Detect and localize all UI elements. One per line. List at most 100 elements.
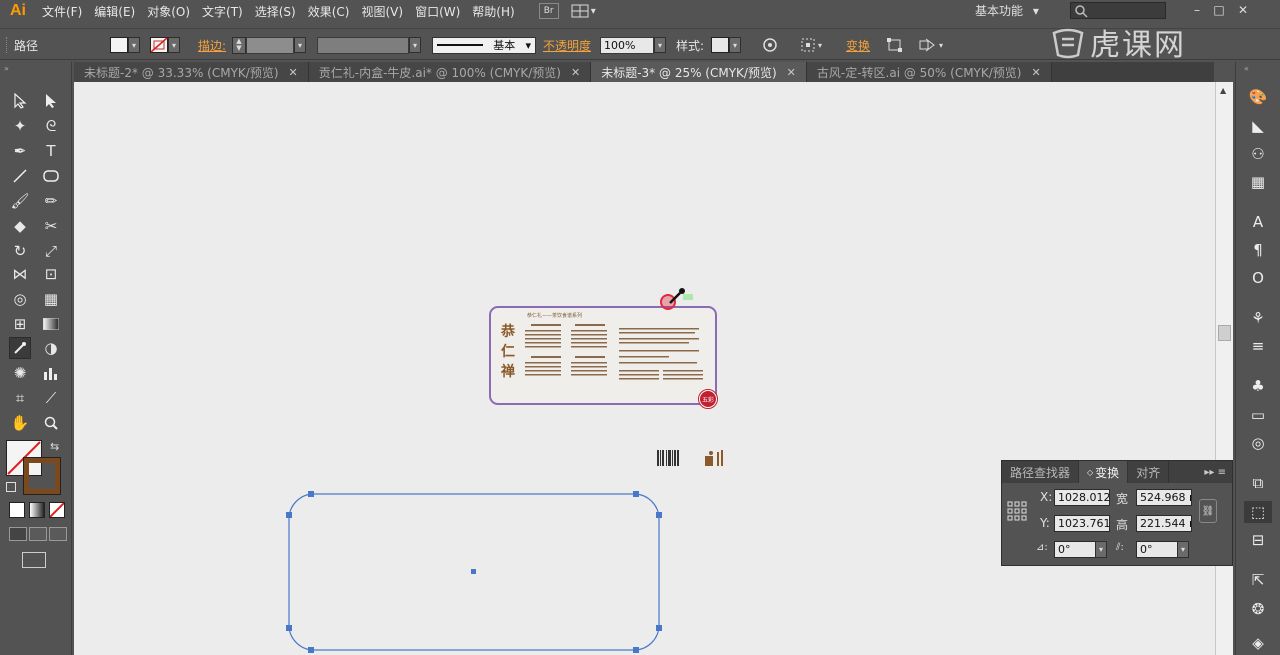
label-card-artwork[interactable]: 恭仁禅 恭仁礼——茶饮食谱系列 五彩	[489, 306, 718, 409]
column-graph-tool-icon[interactable]	[40, 362, 62, 384]
tab-untitled-2[interactable]: 未标题-2* @ 33.33% (CMYK/预览) ✕	[74, 62, 309, 82]
recycle-trash-icon[interactable]	[705, 450, 727, 466]
draw-behind-icon[interactable]	[29, 527, 47, 541]
isolate-button[interactable]: ▾	[918, 36, 943, 54]
gradient-mode-button[interactable]	[29, 502, 45, 518]
none-mode-button[interactable]	[49, 502, 65, 518]
pen-tool-icon[interactable]: ✒	[9, 140, 31, 162]
character-icon[interactable]: A	[1244, 211, 1272, 233]
arrange-documents-button[interactable]: ▾	[571, 3, 599, 19]
menu-effect[interactable]: 效果(C)	[302, 3, 356, 20]
close-icon[interactable]: ✕	[787, 66, 796, 79]
menu-help[interactable]: 帮助(H)	[466, 3, 520, 20]
transform-button[interactable]	[886, 36, 904, 54]
close-icon[interactable]: ✕	[1031, 66, 1040, 79]
brushes-icon[interactable]: ⚘	[1244, 307, 1272, 329]
menu-type[interactable]: 文字(T)	[196, 3, 249, 20]
collapse-dock-icon[interactable]: «	[1244, 64, 1249, 73]
opacity-label[interactable]: 不透明度	[543, 36, 591, 54]
help-search-input[interactable]	[1070, 2, 1166, 19]
type-tool-icon[interactable]: T	[40, 140, 62, 162]
recolor-button[interactable]	[762, 36, 778, 54]
opacity-input[interactable]: 100%	[600, 36, 654, 54]
menu-file[interactable]: 文件(F)	[36, 3, 88, 20]
hand-tool-icon[interactable]: ✋	[9, 412, 31, 434]
pencil-tool-icon[interactable]: ✏	[40, 190, 62, 212]
menu-edit[interactable]: 编辑(E)	[88, 3, 141, 20]
close-icon[interactable]: ✕	[571, 66, 580, 79]
rounded-rectangle-tool-icon[interactable]	[40, 165, 62, 187]
minimize-button[interactable]: –	[1186, 0, 1208, 20]
screen-mode-icon[interactable]	[22, 552, 46, 568]
gradient-tool-icon[interactable]	[40, 313, 62, 335]
tab-gongrenli-box[interactable]: 贡仁礼-内盒-牛皮.ai* @ 100% (CMYK/预览) ✕	[308, 62, 592, 82]
default-colors-icon[interactable]	[6, 482, 16, 492]
color-panel-icon[interactable]: 🎨	[1244, 86, 1272, 108]
width-tool-icon[interactable]: ⋈	[9, 263, 31, 285]
graphic-style-picker[interactable]: ▾	[711, 36, 741, 54]
rotate-tool-icon[interactable]: ↻	[9, 240, 31, 262]
draw-inside-icon[interactable]	[49, 527, 67, 541]
blend-tool-icon[interactable]: ◑	[40, 337, 62, 359]
symbol-sprayer-tool-icon[interactable]: ✺	[9, 362, 31, 384]
constrain-proportions-icon[interactable]: ⛓	[1199, 499, 1217, 523]
artboard-tool-icon[interactable]: ⌗	[9, 387, 31, 409]
selected-rounded-rectangle[interactable]	[284, 490, 664, 655]
line-tool-icon[interactable]	[9, 165, 31, 187]
artboard-canvas[interactable]: 恭仁禅 恭仁礼——茶饮食谱系列 五彩	[74, 82, 1215, 655]
chevron-down-icon[interactable]: ▾	[1177, 541, 1189, 558]
scroll-thumb[interactable]	[1218, 325, 1231, 341]
brush-definition[interactable]: 基本 ▾	[432, 36, 536, 54]
color-mode-button[interactable]	[9, 502, 25, 518]
selection-tool-icon[interactable]	[9, 90, 31, 112]
vertical-scrollbar[interactable]: ▲	[1215, 82, 1233, 655]
variable-width-field[interactable]	[317, 36, 409, 54]
transform-link[interactable]: 变换	[846, 36, 870, 54]
stroke-color-swatch[interactable]	[23, 457, 61, 495]
slice-tool-icon[interactable]: ⟋	[40, 387, 62, 409]
panel-menu-icon[interactable]: ▸▸ ≡	[1204, 467, 1232, 478]
menu-object[interactable]: 对象(O)	[141, 3, 196, 20]
maximize-button[interactable]: □	[1208, 0, 1230, 20]
pathfinder-icon[interactable]: ⧉	[1244, 472, 1272, 494]
appearance-icon[interactable]: ❂	[1244, 598, 1272, 620]
scissors-tool-icon[interactable]: ✂	[40, 215, 62, 237]
barcode-icon[interactable]	[657, 450, 679, 466]
lasso-tool-icon[interactable]: ᘓ	[40, 115, 62, 137]
swap-colors-icon[interactable]: ⇆	[50, 440, 59, 453]
scroll-up-icon[interactable]: ▲	[1220, 86, 1226, 95]
stroke-profile-field[interactable]: 基本 ▾	[432, 36, 536, 54]
x-input[interactable]: 1028.012	[1054, 489, 1110, 506]
direct-selection-tool-icon[interactable]	[40, 90, 62, 112]
reference-point-icon[interactable]	[1007, 501, 1027, 521]
draw-normal-icon[interactable]	[9, 527, 27, 541]
align-panel-icon[interactable]: ⊟	[1244, 529, 1272, 551]
stroke-panel-icon[interactable]: ≡	[1244, 335, 1272, 357]
symbols-icon[interactable]: ♣	[1244, 375, 1272, 397]
tab-untitled-3[interactable]: 未标题-3* @ 25% (CMYK/预览) ✕	[591, 62, 807, 82]
stroke-label[interactable]: 描边:	[198, 36, 226, 54]
stroke-weight-field[interactable]: ▲ ▼ ▾	[232, 36, 306, 54]
close-icon[interactable]: ✕	[289, 66, 298, 79]
perspective-grid-tool-icon[interactable]: ▦	[40, 288, 62, 310]
tab-pathfinder[interactable]: 路径查找器	[1002, 461, 1080, 483]
variable-width-profile[interactable]: ▾	[317, 36, 421, 54]
bridge-button[interactable]: Br	[538, 3, 559, 19]
spinner-icon[interactable]: ▲ ▼	[232, 36, 246, 54]
export-icon[interactable]: ⇱	[1244, 569, 1272, 591]
shear-input[interactable]: 0°	[1136, 541, 1178, 558]
height-input[interactable]: 221.544 r	[1136, 515, 1192, 532]
fill-color-picker[interactable]: ▾	[110, 36, 140, 54]
magic-wand-tool-icon[interactable]: ✦	[9, 115, 31, 137]
y-input[interactable]: 1023.761	[1054, 515, 1110, 532]
zoom-tool-icon[interactable]	[40, 412, 62, 434]
menu-select[interactable]: 选择(S)	[249, 3, 302, 20]
width-input[interactable]: 524.968 r	[1136, 489, 1192, 506]
gradient-panel-icon[interactable]: ▭	[1244, 404, 1272, 426]
layers-icon[interactable]: ◈	[1244, 632, 1272, 654]
stroke-color-picker[interactable]: ▾	[150, 36, 180, 54]
opacity-field[interactable]: 100% ▾	[600, 36, 666, 54]
align-to-button[interactable]: ▾	[800, 36, 822, 54]
swatches-icon[interactable]: ▦	[1244, 171, 1272, 193]
color-guide-icon[interactable]: ◣	[1244, 115, 1272, 137]
